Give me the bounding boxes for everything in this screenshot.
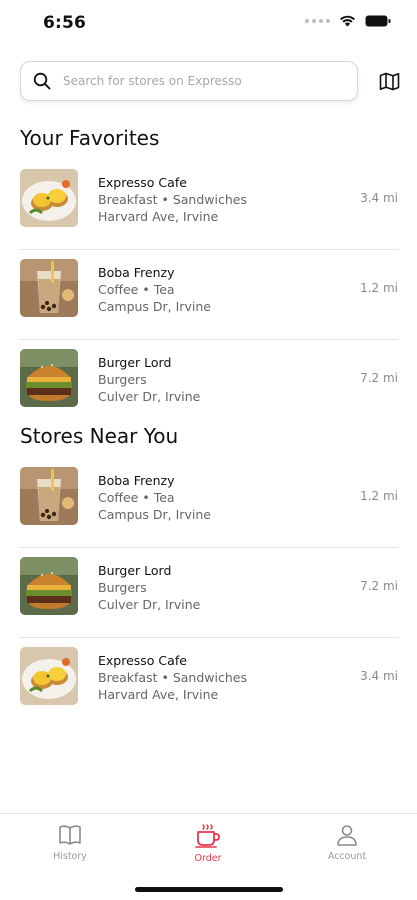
store-info: Boba Frenzy Coffee • Tea Campus Dr, Irvi… xyxy=(98,264,211,315)
store-address: Culver Dr, Irvine xyxy=(98,389,201,404)
book-icon xyxy=(59,825,81,845)
map-icon xyxy=(379,72,399,90)
tab-label: History xyxy=(53,851,87,862)
status-time: 6:56 xyxy=(43,13,87,33)
map-button[interactable] xyxy=(378,70,400,92)
store-name: Expresso Cafe xyxy=(98,653,187,668)
egg-benedict-thumbnail xyxy=(20,169,78,227)
store-row[interactable]: Burger Lord Burgers Culver Dr, Irvine 7.… xyxy=(20,548,398,638)
boba-tea-thumbnail xyxy=(20,467,78,525)
store-category: Burgers xyxy=(98,372,147,387)
store-info: Expresso Cafe Breakfast • Sandwiches Har… xyxy=(98,174,247,225)
store-name: Burger Lord xyxy=(98,563,172,578)
store-row[interactable]: Boba Frenzy Coffee • Tea Campus Dr, Irvi… xyxy=(20,458,398,548)
wifi-icon xyxy=(340,15,355,27)
cellular-signal-icon xyxy=(305,19,330,23)
store-address: Campus Dr, Irvine xyxy=(98,299,211,314)
store-category: Coffee • Tea xyxy=(98,490,175,505)
store-row[interactable]: Burger Lord Burgers Culver Dr, Irvine 7.… xyxy=(20,340,398,430)
search-bar[interactable] xyxy=(20,61,358,101)
store-category: Coffee • Tea xyxy=(98,282,175,297)
store-info: Burger Lord Burgers Culver Dr, Irvine xyxy=(98,354,200,405)
store-row[interactable]: Expresso Cafe Breakfast • Sandwiches Har… xyxy=(20,638,398,728)
tab-label: Order xyxy=(194,853,222,864)
store-name: Boba Frenzy xyxy=(98,473,175,488)
store-distance: 1.2 mi xyxy=(360,281,398,295)
search-icon xyxy=(33,72,51,90)
status-icons xyxy=(305,15,391,27)
store-category: Burgers xyxy=(98,580,147,595)
store-address: Culver Dr, Irvine xyxy=(98,597,201,612)
nearby-list: Boba Frenzy Coffee • Tea Campus Dr, Irvi… xyxy=(20,458,398,728)
search-row xyxy=(20,60,402,102)
egg-benedict-thumbnail xyxy=(20,647,78,705)
nearby-title: Stores Near You xyxy=(20,424,179,448)
store-category: Breakfast • Sandwiches xyxy=(98,192,247,207)
store-distance: 7.2 mi xyxy=(360,579,398,593)
coffee-cup-icon xyxy=(195,824,220,848)
home-indicator xyxy=(135,887,283,892)
store-info: Boba Frenzy Coffee • Tea Campus Dr, Irvi… xyxy=(98,472,211,523)
status-bar: 6:56 xyxy=(0,0,417,48)
store-info: Burger Lord Burgers Culver Dr, Irvine xyxy=(98,562,200,613)
store-category: Breakfast • Sandwiches xyxy=(98,670,247,685)
store-address: Harvard Ave, Irvine xyxy=(98,209,219,224)
burger-thumbnail xyxy=(20,349,78,407)
store-name: Expresso Cafe xyxy=(98,175,187,190)
store-address: Harvard Ave, Irvine xyxy=(98,687,219,702)
favorites-list: Expresso Cafe Breakfast • Sandwiches Har… xyxy=(20,160,398,430)
store-name: Burger Lord xyxy=(98,355,172,370)
store-row[interactable]: Expresso Cafe Breakfast • Sandwiches Har… xyxy=(20,160,398,250)
store-address: Campus Dr, Irvine xyxy=(98,507,211,522)
store-name: Boba Frenzy xyxy=(98,265,175,280)
search-input[interactable] xyxy=(63,74,333,88)
store-distance: 3.4 mi xyxy=(360,191,398,205)
burger-thumbnail xyxy=(20,557,78,615)
store-distance: 7.2 mi xyxy=(360,371,398,385)
store-distance: 3.4 mi xyxy=(360,669,398,683)
store-info: Expresso Cafe Breakfast • Sandwiches Har… xyxy=(98,652,247,703)
store-distance: 1.2 mi xyxy=(360,489,398,503)
boba-tea-thumbnail xyxy=(20,259,78,317)
favorites-title: Your Favorites xyxy=(20,126,160,150)
battery-icon xyxy=(365,15,391,27)
tab-account[interactable]: Account xyxy=(307,824,387,862)
tab-order[interactable]: Order xyxy=(168,824,248,864)
person-icon xyxy=(337,825,357,846)
tab-label: Account xyxy=(327,851,367,862)
tab-history[interactable]: History xyxy=(30,824,110,862)
store-row[interactable]: Boba Frenzy Coffee • Tea Campus Dr, Irvi… xyxy=(20,250,398,340)
